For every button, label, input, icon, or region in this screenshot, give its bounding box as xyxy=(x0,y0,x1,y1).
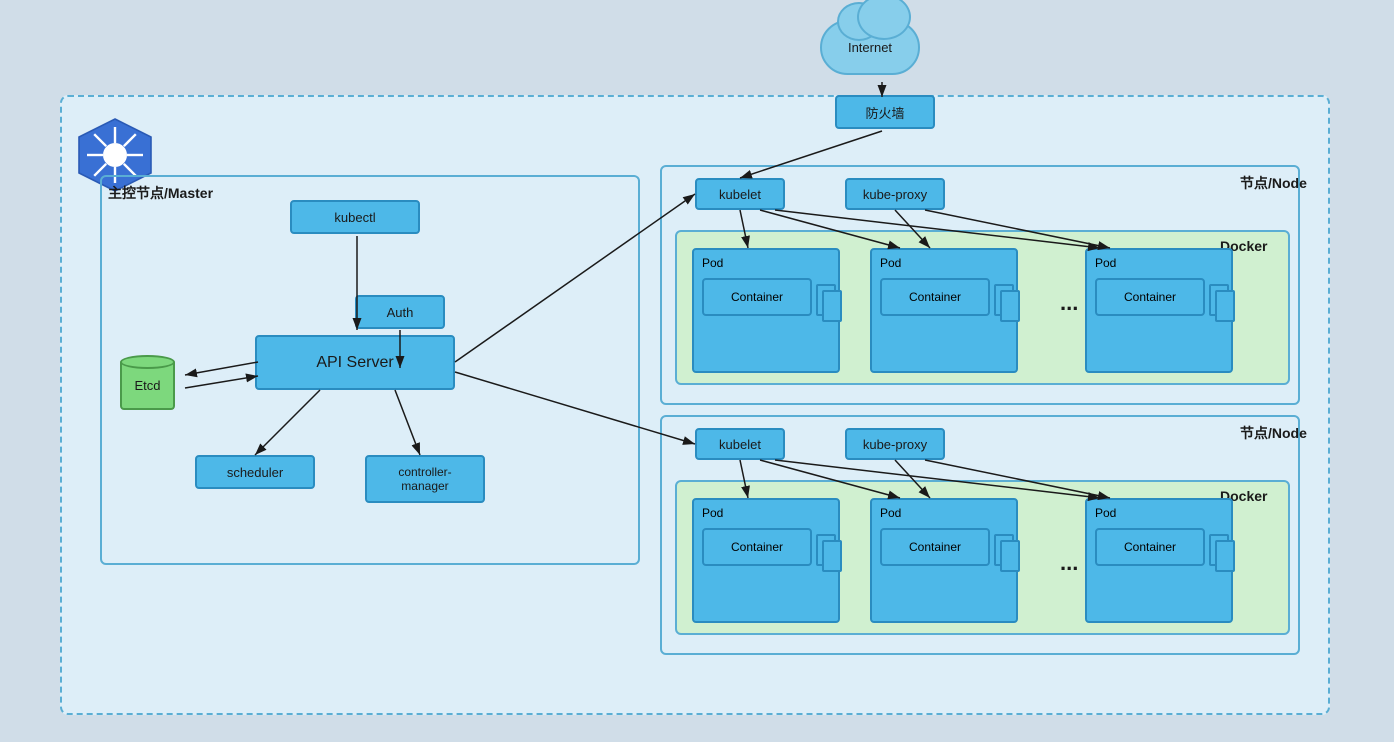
etcd-top xyxy=(120,355,175,369)
container-label-4: Container xyxy=(702,528,812,566)
api-server-box: API Server xyxy=(255,335,455,390)
api-server-label: API Server xyxy=(316,354,393,372)
container-stack-2b xyxy=(1000,290,1020,322)
internet-cloud: Internet xyxy=(820,20,920,75)
kubelet-box-1: kubelet xyxy=(695,178,785,210)
etcd-label: Etcd xyxy=(134,378,160,393)
auth-label: Auth xyxy=(387,305,414,320)
pod-3: Pod Container xyxy=(1085,248,1233,373)
container-label-5: Container xyxy=(880,528,990,566)
kube-proxy-label-1: kube-proxy xyxy=(863,187,927,202)
pod-1: Pod Container xyxy=(692,248,840,373)
container-text-2: Container xyxy=(909,290,961,304)
container-text-1: Container xyxy=(731,290,783,304)
firewall-box: 防火墙 xyxy=(835,95,935,129)
container-label-1: Container xyxy=(702,278,812,316)
internet-label: Internet xyxy=(848,40,892,55)
kubelet-box-2: kubelet xyxy=(695,428,785,460)
scheduler-box: scheduler xyxy=(195,455,315,489)
container-text-5: Container xyxy=(909,540,961,554)
internet-section: Internet xyxy=(820,20,920,75)
container-text-3: Container xyxy=(1124,290,1176,304)
auth-box: Auth xyxy=(355,295,445,329)
pod-label-2: Pod xyxy=(880,256,901,270)
etcd-cylinder: Etcd xyxy=(120,355,175,425)
pod-label-1: Pod xyxy=(702,256,723,270)
dots-1: ... xyxy=(1060,290,1078,316)
kube-proxy-label-2: kube-proxy xyxy=(863,437,927,452)
controller-manager-label: controller-manager xyxy=(398,465,451,493)
container-stack-3b xyxy=(1215,290,1235,322)
pod-label-3: Pod xyxy=(1095,256,1116,270)
pod-label-4: Pod xyxy=(702,506,723,520)
container-stack-5b xyxy=(1000,540,1020,572)
pod-6: Pod Container xyxy=(1085,498,1233,623)
container-label-3: Container xyxy=(1095,278,1205,316)
master-label: 主控节点/Master xyxy=(108,183,213,203)
dots-2: ... xyxy=(1060,550,1078,576)
container-label-6: Container xyxy=(1095,528,1205,566)
pod-label-6: Pod xyxy=(1095,506,1116,520)
pod-4: Pod Container xyxy=(692,498,840,623)
kubelet-label-2: kubelet xyxy=(719,437,761,452)
firewall-label: 防火墙 xyxy=(865,103,904,122)
container-stack-1b xyxy=(822,290,842,322)
node-label-1: 节点/Node xyxy=(1240,173,1307,193)
etcd-container: Etcd xyxy=(120,355,175,425)
scheduler-label: scheduler xyxy=(227,465,283,480)
container-text-4: Container xyxy=(731,540,783,554)
container-label-2: Container xyxy=(880,278,990,316)
kubelet-label-1: kubelet xyxy=(719,187,761,202)
node-label-2: 节点/Node xyxy=(1240,423,1307,443)
pod-5: Pod Container xyxy=(870,498,1018,623)
kubectl-box: kubectl xyxy=(290,200,420,234)
container-text-6: Container xyxy=(1124,540,1176,554)
pod-2: Pod Container xyxy=(870,248,1018,373)
kube-proxy-box-2: kube-proxy xyxy=(845,428,945,460)
controller-manager-box: controller-manager xyxy=(365,455,485,503)
etcd-body: Etcd xyxy=(120,362,175,410)
pod-label-5: Pod xyxy=(880,506,901,520)
kubectl-label: kubectl xyxy=(334,210,375,225)
kube-proxy-box-1: kube-proxy xyxy=(845,178,945,210)
container-stack-4b xyxy=(822,540,842,572)
container-stack-6b xyxy=(1215,540,1235,572)
